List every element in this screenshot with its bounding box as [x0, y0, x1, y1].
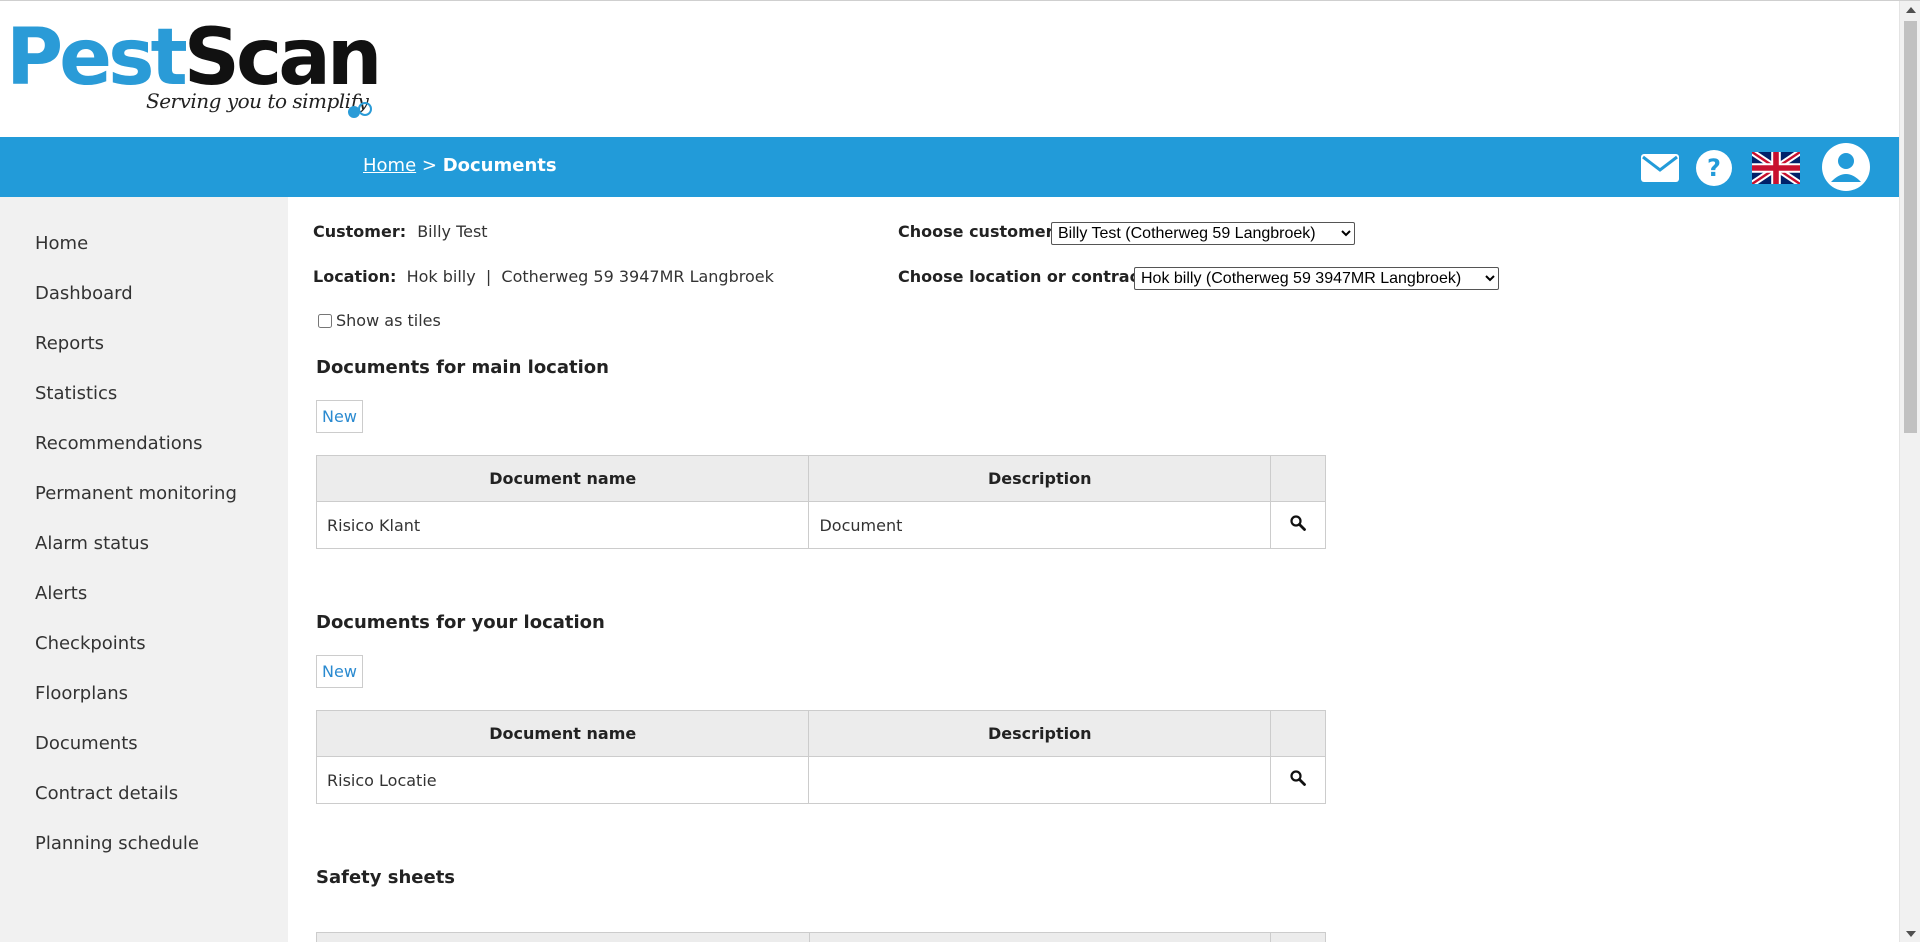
column-header-description: Description: [808, 710, 1271, 757]
logo-wordmark: PestScan: [6, 19, 382, 97]
sidebar-item-documents[interactable]: Documents: [0, 727, 288, 777]
view-document-cell: [1269, 501, 1327, 549]
sidebar: Home Dashboard Reports Statistics Recomm…: [0, 197, 288, 942]
document-description-cell: Document: [808, 501, 1271, 549]
breadcrumb-home-link[interactable]: Home: [363, 155, 416, 176]
sidebar-item-checkpoints[interactable]: Checkpoints: [0, 627, 288, 677]
choose-customer-label: Choose customer: [898, 222, 1054, 241]
breadcrumb-separator: >: [416, 155, 443, 176]
uk-flag-icon[interactable]: [1752, 152, 1800, 184]
column-header-description: Description: [808, 455, 1271, 502]
column-divider: [1270, 933, 1271, 942]
choose-customer-label-text: Choose customer: [898, 222, 1054, 241]
column-header-actions: [1269, 455, 1327, 502]
logo-mark-icon: [348, 102, 372, 118]
mail-icon[interactable]: [1640, 152, 1680, 184]
app-window: PestScan Serving you to simplify Home > …: [0, 0, 1920, 942]
table-row: Risico Locatie: [315, 756, 1327, 804]
section-title-main-location: Documents for main location: [316, 357, 609, 378]
search-icon[interactable]: [1290, 770, 1306, 786]
location-label: Location:: [313, 267, 397, 286]
your-location-documents-table: Document name Description Risico Locatie: [315, 710, 1327, 804]
new-document-main-location-button[interactable]: New: [316, 400, 363, 433]
svg-text:?: ?: [1707, 154, 1721, 182]
sidebar-item-dashboard[interactable]: Dashboard: [0, 277, 288, 327]
sidebar-item-floorplans[interactable]: Floorplans: [0, 677, 288, 727]
customer-label: Customer:: [313, 222, 407, 241]
scroll-down-arrow-icon[interactable]: [1906, 931, 1916, 937]
scrollbar-thumb[interactable]: [1904, 21, 1917, 433]
main-location-documents-table: Document name Description Risico Klant D…: [315, 455, 1327, 549]
customer-value: Billy Test: [417, 222, 488, 241]
new-document-your-location-button[interactable]: New: [316, 655, 363, 688]
column-divider: [809, 933, 810, 942]
customer-info: Customer: Billy Test: [313, 222, 488, 241]
table-header-row: Document name Description: [315, 710, 1327, 757]
scroll-up-arrow-icon[interactable]: [1906, 7, 1916, 13]
main-content: Customer: Billy Test Location: Hok billy…: [312, 197, 1892, 942]
choose-location-label-text: Choose location or contract: [898, 267, 1147, 286]
sidebar-menu: Home Dashboard Reports Statistics Recomm…: [0, 197, 288, 877]
breadcrumb: Home > Documents: [363, 155, 557, 176]
column-header-document-name: Document name: [315, 710, 810, 757]
breadcrumb-current: Documents: [442, 155, 557, 176]
column-header-actions: [1269, 710, 1327, 757]
show-as-tiles-checkbox[interactable]: [318, 313, 332, 328]
view-document-cell: [1269, 756, 1327, 804]
sidebar-item-planning-schedule[interactable]: Planning schedule: [0, 827, 288, 877]
sidebar-item-recommendations[interactable]: Recommendations: [0, 427, 288, 477]
show-as-tiles-control[interactable]: Show as tiles: [318, 311, 441, 330]
table-header-row: Document name Description: [315, 455, 1327, 502]
help-icon[interactable]: ?: [1695, 149, 1733, 187]
sidebar-item-alerts[interactable]: Alerts: [0, 577, 288, 627]
sidebar-item-home[interactable]: Home: [0, 227, 288, 277]
document-name-cell: Risico Locatie: [315, 756, 810, 804]
choose-customer-select[interactable]: Billy Test (Cotherweg 59 Langbroek): [1051, 222, 1355, 245]
top-navbar: Home > Documents ?: [0, 137, 1899, 197]
sidebar-item-statistics[interactable]: Statistics: [0, 377, 288, 427]
document-name-cell: Risico Klant: [315, 501, 810, 549]
sidebar-item-reports[interactable]: Reports: [0, 327, 288, 377]
sidebar-item-alarm-status[interactable]: Alarm status: [0, 527, 288, 577]
location-info: Location: Hok billy | Cotherweg 59 3947M…: [313, 267, 774, 286]
logo-tagline: Serving you to simplify: [146, 89, 369, 113]
pestscan-logo[interactable]: PestScan Serving you to simplify: [6, 19, 382, 119]
sidebar-item-contract-details[interactable]: Contract details: [0, 777, 288, 827]
show-as-tiles-label: Show as tiles: [336, 311, 441, 330]
section-title-safety-sheets: Safety sheets: [316, 867, 456, 888]
location-value: Hok billy | Cotherweg 59 3947MR Langbroe…: [406, 267, 774, 286]
document-description-cell: [808, 756, 1271, 804]
search-icon[interactable]: [1290, 515, 1306, 531]
table-row: Risico Klant Document: [315, 501, 1327, 549]
sidebar-item-permanent-monitoring[interactable]: Permanent monitoring: [0, 477, 288, 527]
page-scrollbar[interactable]: [1899, 1, 1920, 942]
column-header-document-name: Document name: [315, 455, 810, 502]
section-title-your-location: Documents for your location: [316, 612, 605, 633]
user-profile-icon[interactable]: [1821, 142, 1871, 192]
choose-location-select[interactable]: Hok billy (Cotherweg 59 3947MR Langbroek…: [1134, 267, 1499, 290]
safety-sheets-table-header: [316, 932, 1326, 942]
choose-location-label: Choose location or contract: [898, 267, 1147, 286]
